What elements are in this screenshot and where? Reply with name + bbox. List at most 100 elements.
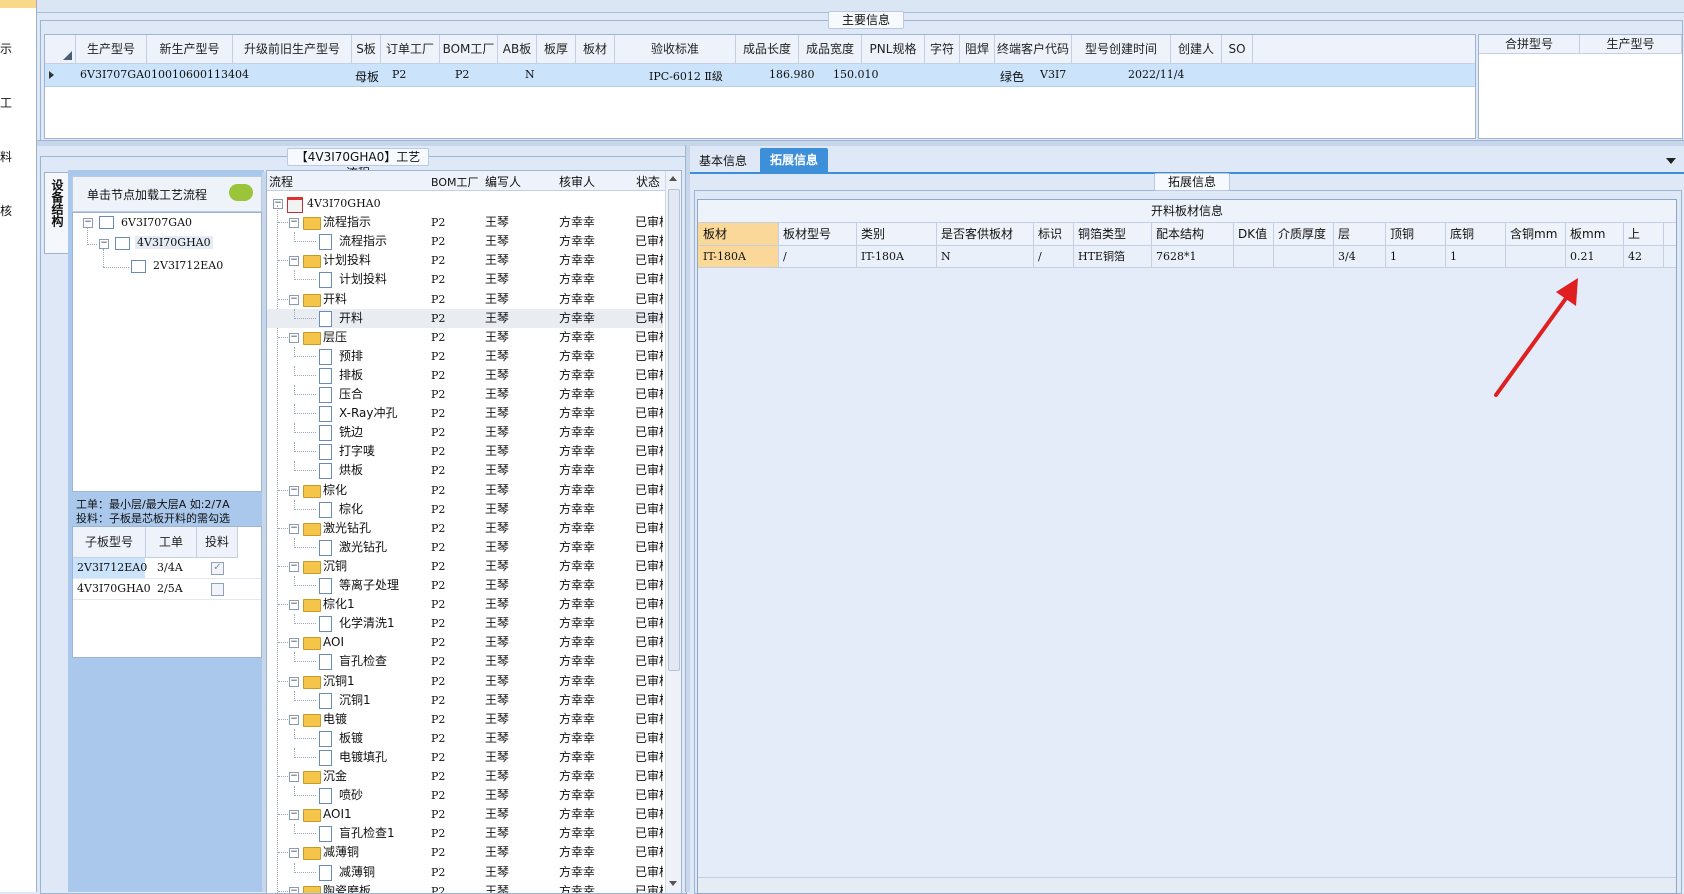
flow-row[interactable]: X-Ray冲孔 P2 王琴 方幸幸 已审核 [267,404,663,423]
main-col-header[interactable]: 验收标准 [615,35,736,64]
cell-mask[interactable]: 绿色 [1000,68,1040,85]
material-col-header[interactable]: 铜箔类型 [1073,223,1152,245]
tree-collapse-icon[interactable]: − [289,886,299,893]
material-col-header[interactable]: DK值 [1233,223,1274,245]
tree-collapse-icon[interactable]: − [289,772,299,782]
sub-row-2[interactable]: 4V3I70GHA0 2/5A [73,579,261,600]
material-cell[interactable]: 3/4 [1333,246,1386,267]
nav-char-4[interactable]: 核 [0,202,12,219]
flow-row[interactable]: 减薄铜 P2 王琴 方幸幸 已审核 [267,862,663,882]
material-cell[interactable]: HTE铜箔 [1073,246,1152,267]
material-cell[interactable]: 0.21 [1565,246,1624,267]
flow-row[interactable]: 流程指示 P2 王琴 方幸幸 已审核 [267,232,663,251]
main-col-header[interactable]: 终端客户代码 [995,35,1072,64]
main-col-header[interactable]: BOM工厂 [440,35,498,64]
material-cell[interactable]: 1 [1385,246,1446,267]
material-col-header[interactable]: 底铜 [1445,223,1506,245]
tree-node-2[interactable]: 2V3I712EA0 [153,259,223,272]
tree-collapse-icon[interactable]: − [83,218,93,228]
flow-row[interactable]: 预排 P2 王琴 方幸幸 已审核 [267,346,663,366]
flow-root-row[interactable]: − 4V3I70GHA0 [267,194,663,213]
flow-row[interactable]: 等离子处理 P2 王琴 方幸幸 已审核 [267,576,663,595]
sub-col-model[interactable]: 子板型号 [73,527,146,558]
flow-row[interactable]: 盲孔检查1 P2 王琴 方幸幸 已审核 [267,824,663,843]
flow-row[interactable]: 压合 P2 王琴 方幸幸 已审核 [267,385,663,404]
material-col-header[interactable]: 介质厚度 [1273,223,1334,245]
flow-row[interactable]: 棕化 P2 王琴 方幸幸 已审核 [267,499,663,519]
tree-collapse-icon[interactable]: − [289,561,299,572]
tree-collapse-icon[interactable]: − [273,199,283,209]
material-col-header[interactable]: 层 [1333,223,1386,245]
flow-row[interactable]: 板镀 P2 王琴 方幸幸 已审核 [267,728,663,748]
main-col-header[interactable]: 创建人 [1171,35,1222,64]
flow-row[interactable]: − 沉铜 P2 王琴 方幸幸 已审核 [267,557,663,576]
flow-col-reviewer[interactable]: 核审人 [559,173,595,190]
cell-width[interactable]: 150.010 [833,68,893,81]
main-col-header[interactable]: 新生产型号 [147,35,233,64]
tree-collapse-icon[interactable]: − [289,600,299,611]
cell-s-board[interactable]: 母板 [355,68,395,85]
flow-row[interactable]: 电镀填孔 P2 王琴 方幸幸 已审核 [267,747,663,767]
tree-node-0[interactable]: 6V3I707GA0 [121,216,192,229]
flow-row[interactable]: − 激光钻孔 P2 王琴 方幸幸 已审核 [267,519,663,538]
material-row[interactable]: IT-180A / IT-180A N / HTE铜箔 7628*1 3/4 1 1 0.21 42 [698,246,1676,268]
sub-row-1-checkbox[interactable]: ✓ [211,562,224,575]
flow-row[interactable]: 计划投料 P2 王琴 方幸幸 已审核 [267,270,663,289]
flow-row[interactable]: 激光钻孔 P2 王琴 方幸幸 已审核 [267,537,663,557]
cell-customer[interactable]: V3I7 [1040,68,1100,81]
main-col-header[interactable]: SO [1222,35,1253,64]
flow-row[interactable]: − 开料 P2 王琴 方幸幸 已审核 [267,290,663,309]
main-grid-row[interactable]: 6V3I707GA0 10010600113404 母板 P2 P2 N IPC… [45,64,1475,87]
cell-bom-factory[interactable]: P2 [455,68,485,81]
flow-row[interactable]: 铣边 P2 王琴 方幸幸 已审核 [267,423,663,442]
cell-created[interactable]: 2022/11/4 [1128,68,1218,81]
flow-row[interactable]: 打字唛 P2 王琴 方幸幸 已审核 [267,442,663,461]
material-cell[interactable]: IT-180A [698,246,779,267]
flow-col-status[interactable]: 状态 [636,173,660,190]
tab-basic-info[interactable]: 基本信息 [692,151,754,171]
tree-collapse-icon[interactable]: − [289,294,299,305]
cell-acceptance[interactable]: IPC-6012 Ⅱ级 [649,68,759,84]
main-col-header[interactable]: 阻焊 [960,35,995,64]
material-cell[interactable]: 42 [1623,246,1664,267]
material-col-header[interactable]: 含铜mm [1505,223,1566,245]
flow-col-name[interactable]: 流程 [269,173,293,190]
flow-row[interactable]: − 沉金 P2 王琴 方幸幸 已审核 [267,767,663,786]
flow-row[interactable]: − 棕化1 P2 王琴 方幸幸 已审核 [267,595,663,614]
material-cell[interactable] [1233,246,1274,267]
tree-collapse-icon[interactable]: − [289,676,299,687]
flow-row[interactable]: − AOI P2 王琴 方幸幸 已审核 [267,633,663,652]
flow-row[interactable]: − AOI1 P2 王琴 方幸幸 已审核 [267,805,663,824]
flow-row[interactable]: 喷砂 P2 王琴 方幸幸 已审核 [267,786,663,805]
tree-collapse-icon[interactable]: − [289,332,299,343]
tab-extended-info[interactable]: 拓展信息 [760,148,828,172]
flow-row[interactable]: − 计划投料 P2 王琴 方幸幸 已审核 [267,251,663,270]
material-cell[interactable]: 7628*1 [1151,246,1234,267]
material-col-header[interactable]: 是否客供板材 [936,223,1034,245]
material-col-header[interactable]: 类别 [856,223,937,245]
tree-collapse-icon[interactable]: − [289,638,299,649]
cell-new-model[interactable]: 10010600113404 [151,68,251,81]
material-col-header[interactable]: 上 [1623,223,1664,245]
main-col-header[interactable]: 订单工厂 [381,35,440,64]
flow-row[interactable]: − 减薄铜 P2 王琴 方幸幸 已审核 [267,843,663,862]
tree-collapse-icon[interactable]: − [289,218,299,229]
main-col-header[interactable]: S板 [352,35,381,64]
material-cell[interactable]: / [1033,246,1074,267]
flow-col-bom[interactable]: BOM工厂 [431,174,479,190]
merge-col-2[interactable]: 生产型号 [1580,35,1682,54]
main-col-header[interactable]: 板材 [576,35,615,64]
flow-row[interactable]: − 棕化 P2 王琴 方幸幸 已审核 [267,481,663,500]
scroll-thumb[interactable] [668,189,680,671]
material-col-header[interactable]: 板材型号 [778,223,857,245]
nav-char-1[interactable]: 示 [0,40,12,57]
material-col-header[interactable]: 顶铜 [1385,223,1446,245]
tree-collapse-icon[interactable]: − [289,714,299,725]
material-cell[interactable]: IT-180A [856,246,937,267]
nav-char-2[interactable]: 工 [0,94,12,111]
flow-row[interactable]: − 沉铜1 P2 王琴 方幸幸 已审核 [267,672,663,691]
tree-collapse-icon[interactable]: − [289,810,299,821]
flow-row[interactable]: − 层压 P2 王琴 方幸幸 已审核 [267,328,663,347]
material-col-header[interactable]: 板mm [1565,223,1624,245]
tree-collapse-icon[interactable]: − [289,256,299,267]
